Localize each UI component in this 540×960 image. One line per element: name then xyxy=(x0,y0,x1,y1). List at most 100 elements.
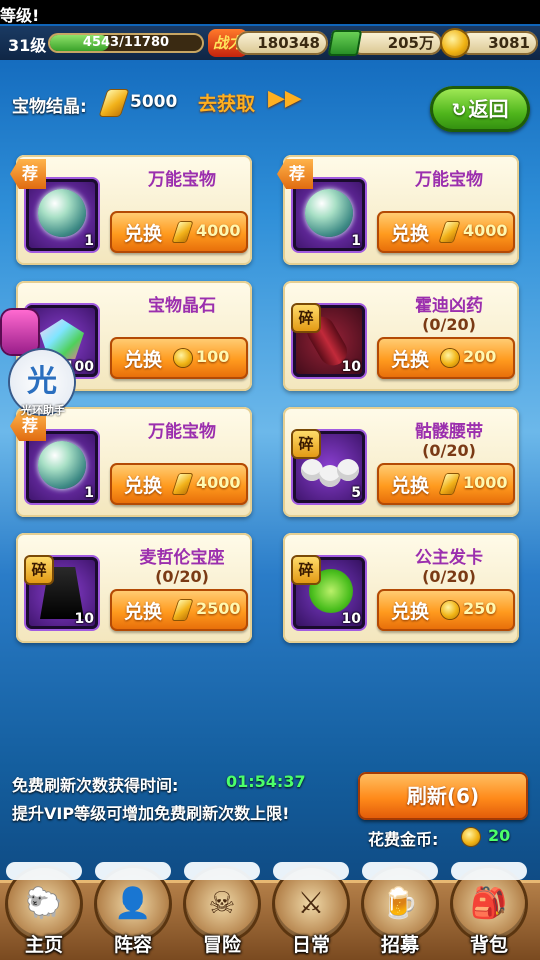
universal-treasure-orb-icon xyxy=(38,441,86,489)
floating-assistant[interactable]: 光 光环助手 xyxy=(2,300,80,418)
power-value: 180348 xyxy=(236,31,328,55)
exchange-button[interactable]: 兑换 4000 xyxy=(377,211,515,253)
exchange-card: 1 荐 万能宝物 兑换 4000 xyxy=(10,407,252,517)
fragment-tag: 碎 xyxy=(293,305,319,331)
cash-icon xyxy=(327,30,363,56)
crystal-icon xyxy=(172,600,193,620)
fragment-progress: (0/20) xyxy=(422,441,476,460)
top-ticker: 等级! xyxy=(0,0,540,25)
back-button[interactable]: ↻ 返回 xyxy=(430,86,530,132)
sheep-icon: 🐑 xyxy=(25,886,63,921)
exchange-price: 4000 xyxy=(196,221,241,240)
assistant-text: 光环助手 xyxy=(21,404,65,417)
exchange-price: 100 xyxy=(196,347,230,366)
crystal-value: 5000 xyxy=(130,92,178,112)
exchange-button[interactable]: 兑换 100 xyxy=(110,337,248,379)
item-name: 骷髅腰带 xyxy=(415,422,483,442)
crystal-icon xyxy=(172,474,193,494)
item-quantity: 1 xyxy=(84,485,94,501)
player-level: 31级 xyxy=(8,36,47,55)
nav-label: 背包 xyxy=(469,934,508,956)
bar-sign-icon: 🍺 xyxy=(381,886,419,921)
item-quantity: 10 xyxy=(341,611,361,627)
gold-value: 3081 xyxy=(458,31,538,55)
ticker-text: 等级! xyxy=(0,6,40,25)
item-icon-box[interactable]: 1 xyxy=(26,179,98,251)
cost-value: 20 xyxy=(488,826,511,845)
crossed-swords-icon: ⚔ xyxy=(297,886,325,921)
exchange-button[interactable]: 兑换 1000 xyxy=(377,463,515,505)
exchange-card: 10 碎 霍迪凶药 (0/20) 兑换 200 xyxy=(283,281,519,391)
exchange-button[interactable]: 兑换 4000 xyxy=(110,211,248,253)
backpack-icon: 🎒 xyxy=(470,886,508,921)
exchange-button-label: 兑换 xyxy=(391,601,430,623)
nav-backpack[interactable]: 🎒 背包 xyxy=(449,860,529,960)
gold-coin-icon xyxy=(174,349,192,367)
crystal-icon xyxy=(439,222,460,242)
skull-icon xyxy=(337,459,359,481)
back-button-label: 返回 xyxy=(468,97,509,121)
item-icon-box[interactable]: 1 xyxy=(293,179,365,251)
vip-tip: 提升VIP等级可增加免费刷新次数上限! xyxy=(12,804,290,823)
nav-label: 日常 xyxy=(291,934,330,956)
nav-sheep[interactable]: 🐑 主页 xyxy=(4,860,84,960)
get-crystal-link[interactable]: 去获取 xyxy=(198,89,255,116)
item-quantity: 5 xyxy=(351,485,361,501)
nav-lineup[interactable]: 👤 阵容 xyxy=(93,860,173,960)
resource-bar: 31级 4543/11780 战力 180348 205万 3081 xyxy=(0,26,540,60)
exp-text: 4543/11780 xyxy=(82,35,170,50)
exchange-price: 2500 xyxy=(196,599,241,618)
item-quantity: 10 xyxy=(341,359,361,375)
item-name: 万能宝物 xyxy=(148,422,216,442)
gold-coin-icon xyxy=(462,828,480,846)
recommend-tag: 荐 xyxy=(277,159,313,189)
fragment-progress: (0/20) xyxy=(422,567,476,586)
item-quantity: 10 xyxy=(74,611,94,627)
universal-treasure-orb-icon xyxy=(305,189,353,237)
fragment-tag: 碎 xyxy=(26,557,52,583)
crystal-label: 宝物结晶: xyxy=(12,97,87,117)
refresh-time-label: 免费刷新次数获得时间: xyxy=(12,776,179,795)
fragment-progress: (0/20) xyxy=(422,315,476,334)
fragment-tag: 碎 xyxy=(293,431,319,457)
exchange-price: 250 xyxy=(463,599,497,618)
exchange-card: 5 碎 骷髅腰带 (0/20) 兑换 1000 xyxy=(283,407,519,517)
return-arrow-icon: ↻ xyxy=(451,100,467,121)
nav-label: 主页 xyxy=(24,934,63,956)
crystal-icon xyxy=(99,90,129,116)
gold-coin-icon xyxy=(441,349,459,367)
double-arrow-icon[interactable]: ▶▶ xyxy=(268,86,302,111)
fragment-progress: (0/20) xyxy=(155,567,209,586)
nav-crossed-swords[interactable]: ⚔ 日常 xyxy=(271,860,351,960)
money-value: 205万 xyxy=(350,31,442,55)
exchange-button[interactable]: 兑换 2500 xyxy=(110,589,248,631)
exchange-button-label: 兑换 xyxy=(391,475,430,497)
assistant-char: 光 xyxy=(27,364,57,399)
refresh-button[interactable]: 刷新(6) xyxy=(358,772,528,820)
gold-coin-icon xyxy=(441,601,459,619)
exchange-card: 1 荐 万能宝物 兑换 4000 xyxy=(10,155,252,265)
universal-treasure-orb-icon xyxy=(38,189,86,237)
item-name: 霍迪凶药 xyxy=(415,296,483,316)
item-name: 万能宝物 xyxy=(148,170,216,190)
cost-label: 花费金币: xyxy=(368,830,439,849)
exchange-button[interactable]: 兑换 200 xyxy=(377,337,515,379)
exchange-button[interactable]: 兑换 4000 xyxy=(110,463,248,505)
skull-flag-icon: ☠ xyxy=(208,886,236,921)
lineup-icon: 👤 xyxy=(114,886,152,921)
item-icon-box[interactable]: 1 xyxy=(26,431,98,503)
nav-bar-sign[interactable]: 🍺 招募 xyxy=(360,860,440,960)
item-name: 麦哲伦宝座 xyxy=(139,548,225,568)
fragment-tag: 碎 xyxy=(293,557,319,583)
refresh-countdown: 01:54:37 xyxy=(226,772,306,791)
item-quantity: 1 xyxy=(84,233,94,249)
item-quantity: 1 xyxy=(351,233,361,249)
nav-label: 阵容 xyxy=(113,934,152,956)
exchange-button-label: 兑换 xyxy=(124,601,163,623)
nav-skull-flag[interactable]: ☠ 冒险 xyxy=(182,860,262,960)
exchange-button[interactable]: 兑换 250 xyxy=(377,589,515,631)
item-name: 宝物晶石 xyxy=(148,296,216,316)
crystal-icon xyxy=(172,222,193,242)
exchange-button-label: 兑换 xyxy=(124,475,163,497)
item-name: 万能宝物 xyxy=(415,170,483,190)
